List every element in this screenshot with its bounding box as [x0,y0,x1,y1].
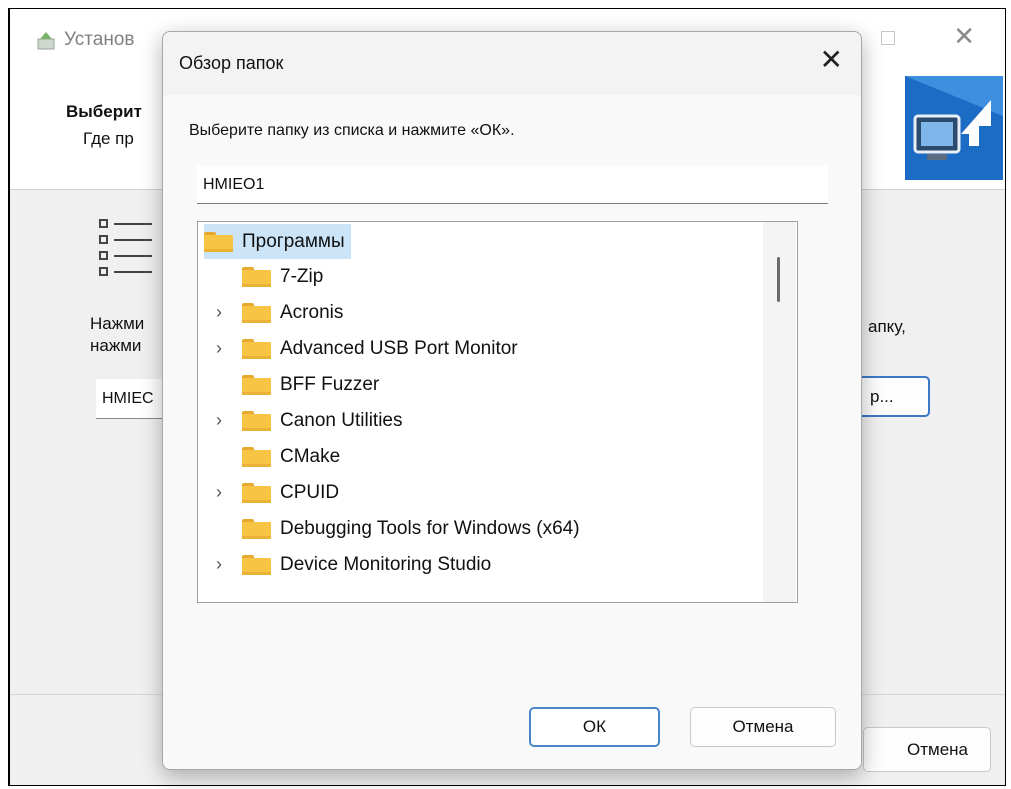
close-icon[interactable]: ✕ [953,23,975,49]
scrollbar-thumb[interactable] [777,257,780,302]
tree-item-label: Программы [242,230,345,252]
list-icon [96,214,156,299]
tree-item-label: Acronis [280,301,344,323]
folder-tree[interactable]: Программы 7-Zip › Acronis › Advanced USB Por… [197,221,798,603]
folder-icon [242,374,271,395]
dialog-close-icon[interactable]: ✕ [820,46,843,74]
installer-cancel-button[interactable]: Отмена [863,727,991,772]
installer-title: Установ [36,29,135,51]
tree-item-root[interactable]: Программы [204,224,351,259]
folder-icon [242,410,271,431]
tree-item[interactable]: › Canon Utilities [216,403,403,438]
chevron-right-icon[interactable]: › [216,482,230,503]
tree-item-label: 7-Zip [280,265,324,287]
tree-item[interactable]: › Device Monitoring Studio [216,547,492,582]
folder-icon [242,446,271,467]
tree-item-label: Debugging Tools for Windows (x64) [280,517,580,539]
restore-icon[interactable] [881,31,895,45]
ok-button[interactable]: ОК [529,707,660,747]
tree-item[interactable]: 7-Zip [242,259,323,294]
installer-heading: Выберит [66,102,142,121]
tree-item[interactable]: BFF Fuzzer [242,367,379,402]
tree-item-label: CMake [280,445,341,467]
installer-instruction-line1: Нажми [90,314,145,333]
dialog-cancel-button[interactable]: Отмена [690,707,836,747]
folder-icon [242,302,271,323]
installer-instruction-right: апку, [868,317,906,336]
tree-item[interactable]: Debugging Tools for Windows (x64) [242,511,580,546]
tree-item-label: Device Monitoring Studio [280,553,492,575]
tree-item[interactable]: CMake [242,439,340,474]
installer-title-text: Установ [64,29,135,50]
tree-item-label: Canon Utilities [280,409,403,431]
folder-icon [242,266,271,287]
tree-item-label: CPUID [280,481,340,503]
banner-install-icon [905,76,1003,180]
folder-icon [242,338,271,359]
chevron-right-icon[interactable]: › [216,338,230,359]
installer-subheading: Где пр [83,129,134,148]
dialog-title: Обзор папок [179,53,284,73]
tree-item-label: BFF Fuzzer [280,373,380,395]
browse-folder-dialog: Обзор папок ✕ Выберите папку из списка и… [162,31,862,770]
chevron-right-icon[interactable]: › [216,554,230,575]
tree-item[interactable]: › CPUID [216,475,340,510]
tree-item[interactable]: › Advanced USB Port Monitor [216,331,518,366]
chevron-right-icon[interactable]: › [216,410,230,431]
tree-scrollbar[interactable] [763,222,796,602]
folder-icon [204,231,233,252]
dialog-prompt: Выберите папку из списка и нажмите «ОК». [189,122,515,139]
screen-edge [0,0,8,789]
chevron-right-icon[interactable]: › [216,302,230,323]
folder-icon [242,554,271,575]
installer-instruction-line2: нажми [90,336,142,355]
folder-icon [242,482,271,503]
folder-name-input[interactable] [197,166,828,204]
tree-item[interactable]: › Acronis [216,295,344,330]
tree-item-label: Advanced USB Port Monitor [280,337,518,359]
folder-icon [242,518,271,539]
installer-icon [37,32,55,50]
